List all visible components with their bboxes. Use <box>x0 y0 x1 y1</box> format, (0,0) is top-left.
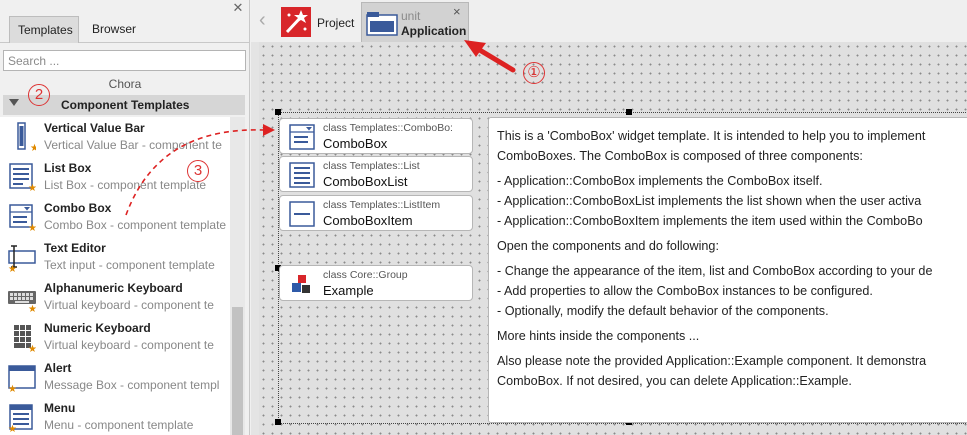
template-name: Alphanumeric Keyboard <box>44 281 183 295</box>
annotation-line: This is a 'ComboBox' widget template. It… <box>497 129 926 143</box>
resize-handle[interactable] <box>275 109 281 115</box>
svg-text:★: ★ <box>28 304 36 312</box>
tab-application-label: Application <box>401 24 467 38</box>
tab-templates[interactable]: Templates <box>9 16 79 43</box>
combo-box-icon: ★ <box>9 204 36 232</box>
brick-name: ComboBoxList <box>323 174 408 189</box>
resize-handle[interactable] <box>275 419 281 425</box>
search-box <box>3 50 246 71</box>
chevron-left-icon[interactable]: ‹ <box>259 10 266 30</box>
menu-icon: ★ <box>8 404 33 432</box>
template-desc: Text input - component template <box>44 258 215 272</box>
svg-text:★: ★ <box>28 344 36 352</box>
template-desc: Virtual keyboard - component te <box>44 338 214 352</box>
vertical-value-bar-icon: ★ <box>17 122 36 152</box>
callout-number-3: 3 <box>187 160 209 182</box>
svg-text:★: ★ <box>8 424 17 432</box>
list-item-icon <box>289 201 315 227</box>
brick-name: ComboBoxItem <box>323 213 413 228</box>
template-name: Alert <box>44 361 72 375</box>
svg-text:★: ★ <box>8 264 17 272</box>
brick-comboboxitem[interactable]: class Templates::ListItem ComboBoxItem <box>279 195 473 231</box>
brick-class: class Templates::ComboBo: <box>323 122 453 134</box>
template-desc: Vertical Value Bar - component te <box>44 138 222 152</box>
scrollbar-thumb[interactable] <box>232 307 243 435</box>
callout-number-2: 2 <box>28 84 50 106</box>
template-desc: Combo Box - component template <box>44 218 227 232</box>
annotation-line: ComboBox. If not desired, you can delete… <box>497 374 852 388</box>
brick-combobox[interactable]: class Templates::ComboBo: ComboBox <box>279 118 473 154</box>
template-name: Text Editor <box>44 241 106 255</box>
brick-name: ComboBox <box>323 136 388 151</box>
svg-text:★: ★ <box>8 384 17 392</box>
brick-example[interactable]: class Core::Group Example <box>279 265 473 301</box>
tab-project-label: Project <box>317 16 355 30</box>
brick-class: class Templates::List <box>323 160 420 172</box>
alert-icon: ★ <box>8 365 36 392</box>
composer-canvas[interactable]: class Templates::ComboBo: ComboBox class… <box>259 42 967 435</box>
group-title: Component Templates <box>61 98 190 112</box>
keyboard-icon: ★ <box>8 291 36 312</box>
svg-text:★: ★ <box>28 223 36 232</box>
group-icon <box>292 275 310 293</box>
annotation-line: ComboBoxes. The ComboBox is composed of … <box>497 149 863 163</box>
tab-project[interactable]: Project <box>278 4 363 40</box>
chevron-down-icon[interactable] <box>9 99 19 106</box>
list-scrollbar[interactable] <box>230 117 245 435</box>
tab-application[interactable]: unit Application × <box>361 2 469 42</box>
templates-panel: ✕ Templates Browser Chora Component Temp… <box>0 0 250 435</box>
list-box-icon: ★ <box>9 163 36 192</box>
list-item[interactable]: ★ Vertical Value Bar Vertical Value Bar … <box>0 117 230 157</box>
list-item[interactable]: ★ Alphanumeric Keyboard Virtual keyboard… <box>0 277 230 317</box>
project-icon <box>281 7 311 37</box>
annotation-line: - Add properties to allow the ComboBox i… <box>497 284 873 298</box>
annotation-line: - Application::ComboBoxItem implements t… <box>497 214 923 228</box>
svg-text:★: ★ <box>28 183 36 192</box>
annotation-line: - Application::ComboBoxList implements t… <box>497 194 922 208</box>
template-name: Combo Box <box>44 201 112 215</box>
list-item[interactable]: ★ Menu Menu - component template <box>0 397 230 435</box>
panel-tab-bar: Templates Browser <box>0 16 250 43</box>
panel-close-icon[interactable]: ✕ <box>231 1 245 15</box>
template-name: Menu <box>44 401 76 415</box>
brick-name: Example <box>323 283 374 298</box>
combo-box-icon <box>289 124 315 150</box>
svg-text:★: ★ <box>30 143 36 152</box>
close-icon[interactable]: × <box>453 4 461 19</box>
numeric-keyboard-icon: ★ <box>14 325 36 352</box>
list-item[interactable]: ★ Text Editor Text input - component tem… <box>0 237 230 277</box>
template-desc: List Box - component template <box>44 178 207 192</box>
annotation-line: Open the components and do following: <box>497 239 719 253</box>
brick-class: class Core::Group <box>323 269 408 281</box>
editor-area: ‹ Project unit Application × class Templ… <box>251 0 967 435</box>
template-name: Numeric Keyboard <box>44 321 151 335</box>
list-item[interactable]: ★ Numeric Keyboard Virtual keyboard - co… <box>0 317 230 357</box>
list-box-icon <box>289 162 315 188</box>
list-item[interactable]: ★ Alert Message Box - component templ <box>0 357 230 397</box>
template-name: Vertical Value Bar <box>44 121 145 135</box>
tab-application-kind: unit <box>401 9 421 23</box>
editor-tab-bar: ‹ Project unit Application × <box>251 0 967 42</box>
brick-comboboxlist[interactable]: class Templates::List ComboBoxList <box>279 156 473 192</box>
template-desc: Message Box - component templ <box>44 378 220 392</box>
annotation-line: - Application::ComboBox implements the C… <box>497 174 823 188</box>
resize-handle[interactable] <box>626 109 632 115</box>
annotation-line: More hints inside the components ... <box>497 329 700 343</box>
template-desc: Menu - component template <box>44 418 194 432</box>
annotation-note[interactable]: This is a 'ComboBox' widget template. It… <box>488 117 967 423</box>
brick-class: class Templates::ListItem <box>323 199 441 211</box>
search-input[interactable] <box>4 51 245 70</box>
text-editor-icon: ★ <box>8 245 36 272</box>
annotation-line: Also please note the provided Applicatio… <box>497 354 927 368</box>
list-item[interactable]: ★ Combo Box Combo Box - component templa… <box>0 197 230 237</box>
annotation-line: - Change the appearance of the item, lis… <box>497 264 933 278</box>
template-desc: Virtual keyboard - component te <box>44 298 214 312</box>
callout-number-1: ① <box>523 62 545 84</box>
annotation-line: - Optionally, modify the default behavio… <box>497 304 829 318</box>
unit-icon <box>366 12 398 36</box>
template-name: List Box <box>44 161 92 175</box>
tab-browser[interactable]: Browser <box>83 16 145 43</box>
